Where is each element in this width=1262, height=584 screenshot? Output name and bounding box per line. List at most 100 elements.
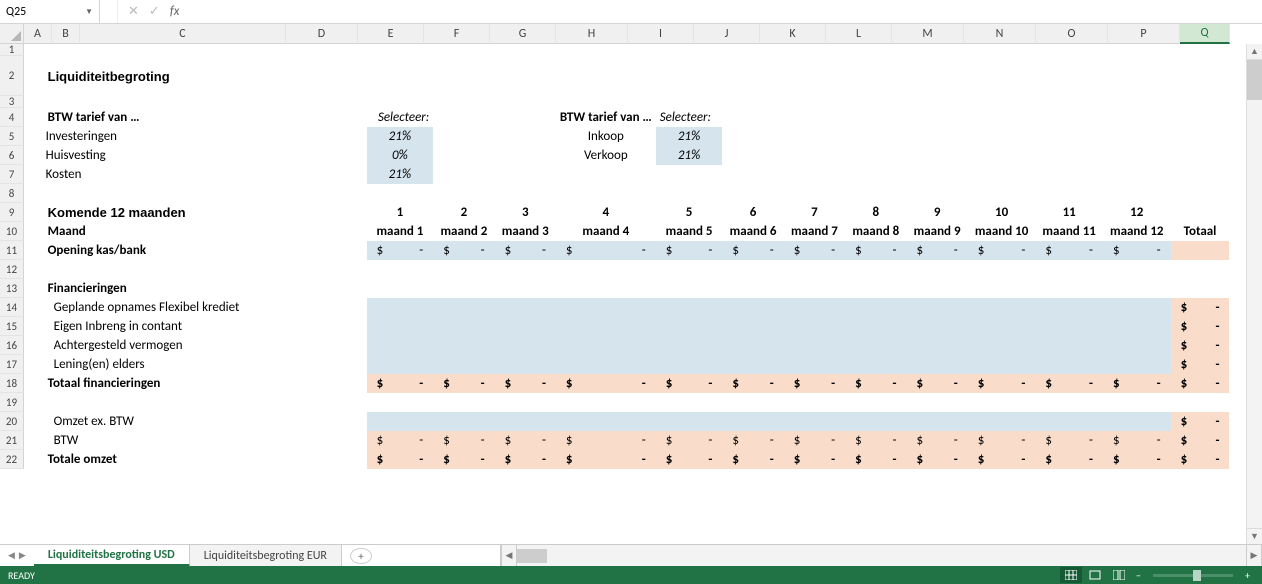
name-box-dropdown-icon[interactable]: ▼: [85, 7, 93, 17]
column-header-G[interactable]: G: [490, 24, 556, 44]
fin-0-m7[interactable]: [784, 298, 845, 317]
row-header-15[interactable]: 15: [0, 317, 24, 336]
tab-prev-icon[interactable]: ◀: [8, 550, 15, 561]
row-header-6[interactable]: 6: [0, 146, 24, 165]
omzet-ex-m2[interactable]: [433, 412, 494, 431]
omzet-ex-m12[interactable]: [1103, 412, 1171, 431]
fin-3-m3[interactable]: [495, 355, 556, 374]
scroll-down-icon[interactable]: ▼: [1247, 528, 1262, 544]
zoom-in-button[interactable]: +: [1241, 569, 1254, 582]
fin-1-m12[interactable]: [1103, 317, 1171, 336]
row-header-14[interactable]: 14: [0, 298, 24, 317]
fin-1-m3[interactable]: [495, 317, 556, 336]
column-header-Q[interactable]: Q: [1180, 24, 1230, 44]
fin-0-m8[interactable]: [845, 298, 906, 317]
column-header-C[interactable]: C: [80, 24, 286, 44]
btw1-value-0[interactable]: 21%: [367, 127, 434, 146]
btw2-value-1[interactable]: 21%: [656, 146, 723, 165]
column-header-L[interactable]: L: [826, 24, 892, 44]
column-header-B[interactable]: B: [52, 24, 80, 44]
fin-3-m10[interactable]: [968, 355, 1036, 374]
fin-3-m8[interactable]: [845, 355, 906, 374]
name-box[interactable]: Q25 ▼: [0, 0, 100, 23]
scroll-up-icon[interactable]: ▲: [1247, 44, 1262, 60]
row-header-12[interactable]: 12: [0, 260, 24, 279]
fin-2-m4[interactable]: [556, 336, 656, 355]
column-header-O[interactable]: O: [1036, 24, 1108, 44]
fin-3-m12[interactable]: [1103, 355, 1171, 374]
fin-1-m8[interactable]: [845, 317, 906, 336]
row-header-8[interactable]: 8: [0, 184, 24, 203]
fin-3-m9[interactable]: [906, 355, 967, 374]
fin-2-m12[interactable]: [1103, 336, 1171, 355]
column-header-M[interactable]: M: [892, 24, 964, 44]
column-header-E[interactable]: E: [358, 24, 424, 44]
omzet-ex-m10[interactable]: [968, 412, 1036, 431]
hscroll-right-icon[interactable]: ▶: [1246, 545, 1262, 566]
fin-0-m11[interactable]: [1035, 298, 1103, 317]
opening-m7[interactable]: $-: [784, 241, 845, 260]
opening-m6[interactable]: $-: [722, 241, 783, 260]
omzet-ex-m11[interactable]: [1035, 412, 1103, 431]
omzet-ex-m1[interactable]: [367, 412, 434, 431]
row-header-7[interactable]: 7: [0, 165, 24, 184]
btw1-value-2[interactable]: 21%: [367, 165, 434, 184]
column-header-A[interactable]: A: [24, 24, 52, 44]
fin-1-m11[interactable]: [1035, 317, 1103, 336]
horizontal-scrollbar[interactable]: ◀ ▶: [500, 545, 1262, 566]
fin-2-m8[interactable]: [845, 336, 906, 355]
row-header-17[interactable]: 17: [0, 355, 24, 374]
fin-0-m3[interactable]: [495, 298, 556, 317]
opening-m2[interactable]: $-: [433, 241, 494, 260]
tab-nav[interactable]: ◀ ▶: [0, 545, 34, 566]
fin-0-m6[interactable]: [722, 298, 783, 317]
fin-1-m6[interactable]: [722, 317, 783, 336]
btw2-value-0[interactable]: 21%: [656, 127, 723, 146]
fin-3-m5[interactable]: [656, 355, 723, 374]
fin-0-m1[interactable]: [367, 298, 434, 317]
omzet-ex-m9[interactable]: [906, 412, 967, 431]
hscroll-thumb[interactable]: [517, 549, 547, 563]
add-sheet-button[interactable]: +: [350, 548, 372, 564]
fin-2-m5[interactable]: [656, 336, 723, 355]
column-header-F[interactable]: F: [424, 24, 490, 44]
fin-1-m2[interactable]: [433, 317, 494, 336]
normal-view-button[interactable]: [1060, 567, 1082, 583]
fin-3-m1[interactable]: [367, 355, 434, 374]
omzet-ex-m6[interactable]: [722, 412, 783, 431]
page-break-view-button[interactable]: [1108, 567, 1130, 583]
omzet-ex-m4[interactable]: [556, 412, 656, 431]
sheet-tab-active[interactable]: Liquiditeitsbegroting USD: [34, 545, 190, 567]
fin-1-m5[interactable]: [656, 317, 723, 336]
row-header-4[interactable]: 4: [0, 108, 24, 127]
select-all-corner[interactable]: [0, 24, 24, 44]
fin-1-m10[interactable]: [968, 317, 1036, 336]
row-header-3[interactable]: 3: [0, 96, 24, 108]
page-layout-view-button[interactable]: [1084, 567, 1106, 583]
fin-3-m6[interactable]: [722, 355, 783, 374]
row-header-11[interactable]: 11: [0, 241, 24, 260]
opening-m4[interactable]: $-: [556, 241, 656, 260]
row-header-21[interactable]: 21: [0, 431, 24, 450]
row-header-19[interactable]: 19: [0, 393, 24, 412]
omzet-ex-m3[interactable]: [495, 412, 556, 431]
fin-2-m6[interactable]: [722, 336, 783, 355]
vertical-scrollbar[interactable]: ▲ ▼: [1246, 44, 1262, 544]
zoom-slider[interactable]: [1153, 574, 1233, 577]
opening-m10[interactable]: $-: [968, 241, 1036, 260]
row-header-5[interactable]: 5: [0, 127, 24, 146]
omzet-ex-m7[interactable]: [784, 412, 845, 431]
opening-m11[interactable]: $-: [1035, 241, 1103, 260]
fin-0-m9[interactable]: [906, 298, 967, 317]
fin-1-m1[interactable]: [367, 317, 434, 336]
fin-0-m2[interactable]: [433, 298, 494, 317]
fin-0-m4[interactable]: [556, 298, 656, 317]
opening-m3[interactable]: $-: [495, 241, 556, 260]
sheet-tab-other[interactable]: Liquiditeitsbegroting EUR: [190, 545, 342, 566]
hscroll-left-icon[interactable]: ◀: [501, 545, 517, 566]
fin-0-m5[interactable]: [656, 298, 723, 317]
row-header-1[interactable]: 1: [0, 44, 24, 56]
row-header-2[interactable]: 2: [0, 56, 24, 96]
fin-3-m4[interactable]: [556, 355, 656, 374]
fin-1-m7[interactable]: [784, 317, 845, 336]
